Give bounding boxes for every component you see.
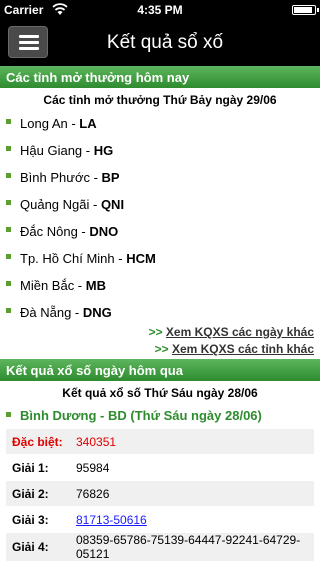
prize-row-special: Đặc biệt: 340351 [6,429,314,455]
province-code: QNI [100,197,125,212]
province-code: MB [85,278,106,293]
province-code: BP [101,170,120,185]
province-name: Miền Bắc - [20,278,86,293]
prize-label: Giải 3: [12,512,49,527]
province-item-dac-nong[interactable]: Đắc Nông - DNO [6,217,320,244]
prize-value-link[interactable]: 81713-50616 [76,513,314,527]
bullet-icon [6,200,11,205]
prize-value: 76826 [76,486,110,501]
province-name: Quảng Ngãi - [20,197,101,212]
province-code: DNG [82,305,112,320]
province-list: Long An - LA Hậu Giang - HG Bình Phước -… [0,109,320,325]
prize-table: Đặc biệt: 340351 Giải 1: 95984 Giải 2: 7… [6,429,314,562]
prize-label: Giải 4: [12,540,49,554]
battery-icon [292,5,319,15]
province-code: HCM [126,251,156,266]
prize-label: Giải 2: [12,486,49,501]
province-code: LA [79,116,97,131]
province-name: Đắc Nông - [20,224,90,239]
page-title: Kết quả sổ xố [106,32,224,53]
province-item-hcm[interactable]: Tp. Hồ Chí Minh - HCM [6,244,320,271]
link-arrows: >> [154,342,172,356]
result-province-label: Bình Dương - BD (Thứ Sáu ngày 28/06) [20,408,262,423]
other-dates-link[interactable]: Xem KQXS các ngày khác [166,325,314,339]
more-dates-row: >> Xem KQXS các ngày khác [0,325,320,342]
province-code: DNO [89,224,119,239]
more-provinces-row: >> Xem KQXS các tỉnh khác [0,342,320,359]
province-item-hau-giang[interactable]: Hậu Giang - HG [6,136,320,163]
nav-bar: Kết quả sổ xố [0,20,320,66]
province-name: Hậu Giang - [20,143,94,158]
prize-label: Giải 1: [12,460,49,475]
status-bar: Carrier 4:35 PM [0,0,320,20]
prize-value: 08359-65786-75139-64447-92241-64729-0512… [76,533,301,561]
yesterday-section-header: Kết quả xổ số ngày hôm qua [0,359,320,381]
province-item-quang-ngai[interactable]: Quảng Ngãi - QNI [6,190,320,217]
prize-row-2: Giải 2: 76826 [6,481,314,507]
province-name: Long An - [20,116,80,131]
bullet-icon [6,254,11,259]
bullet-icon [6,281,11,286]
province-item-binh-phuoc[interactable]: Bình Phước - BP [6,163,320,190]
menu-button[interactable] [8,26,48,58]
bullet-icon [6,146,11,151]
bullet-icon [6,308,11,313]
prize-label: Đặc biệt: [12,434,63,449]
province-name: Bình Phước - [20,170,102,185]
result-province-title: Bình Dương - BD (Thứ Sáu ngày 28/06) [0,406,320,429]
prize-row-3: Giải 3: 81713-50616 [6,507,314,533]
prize-row-4: Giải 4: 08359-65786-75139-64447-92241-64… [6,533,314,562]
today-section-header: Các tỉnh mở thưởng hôm nay [0,66,320,88]
status-time: 4:35 PM [137,3,183,17]
today-subtitle: Các tỉnh mở thưởng Thứ Bảy ngày 29/06 [43,93,277,107]
province-item-da-nang[interactable]: Đà Nẵng - DNG [6,298,320,325]
prize-value: 340351 [76,434,117,449]
other-provinces-link[interactable]: Xem KQXS các tỉnh khác [172,342,314,356]
prize-value: 95984 [76,460,110,475]
prize-row-1: Giải 1: 95984 [6,455,314,481]
province-name: Tp. Hồ Chí Minh - [20,251,127,266]
bullet-icon [6,412,11,417]
province-code: HG [93,143,114,158]
bullet-icon [6,173,11,178]
link-arrows: >> [148,325,166,339]
bullet-icon [6,119,11,124]
yesterday-subtitle: Kết quả xổ số Thứ Sáu ngày 28/06 [62,386,258,400]
province-name: Đà Nẵng - [20,305,83,320]
province-item-long-an[interactable]: Long An - LA [6,109,320,136]
bullet-icon [6,227,11,232]
province-item-mien-bac[interactable]: Miền Bắc - MB [6,271,320,298]
